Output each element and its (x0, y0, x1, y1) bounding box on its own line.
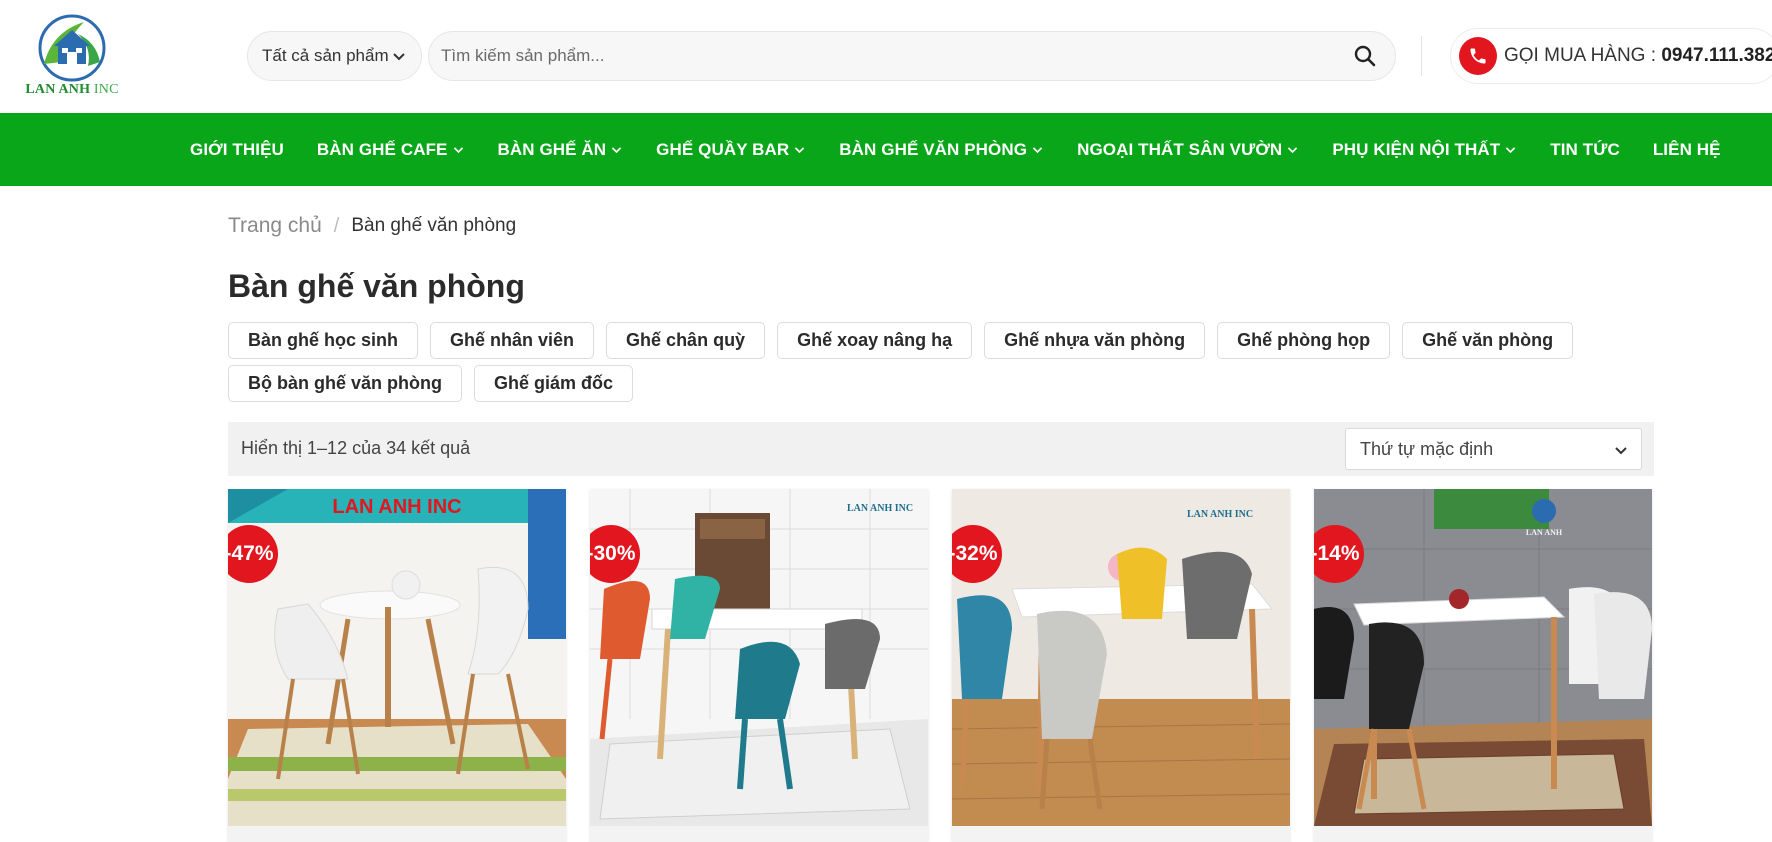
sort-select[interactable]: Thứ tự mặc định (1345, 428, 1642, 470)
search-input[interactable] (441, 32, 1321, 80)
product-card[interactable]: -32% LAN ANH INC (952, 489, 1290, 842)
product-brand-mark: LAN ANH (1526, 528, 1563, 537)
subcategory-pill[interactable]: Ghế chân quỳ (606, 322, 766, 359)
result-count: Hiển thị 1–12 của 34 kết quả (241, 438, 471, 458)
hotline-number: 0947.111.382 (1661, 45, 1772, 66)
search-icon[interactable] (1353, 44, 1377, 68)
chevron-down-icon (1506, 147, 1516, 154)
search-box (428, 31, 1396, 81)
site-header: LAN ANH INC Tất cả sản phẩm GỌI MUA HÀNG… (0, 0, 1772, 113)
nav-item[interactable]: NGOẠI THẤT SÂN VƯỜN (1077, 140, 1299, 160)
subcategory-list: Bàn ghế học sinh Ghế nhân viên Ghế chân qu… (228, 322, 1658, 408)
product-image[interactable]: LAN ANH INC (228, 489, 566, 826)
breadcrumb-separator: / (333, 214, 340, 237)
product-grid: -47% LAN ANH INC -30% LAN ANH INC -32% L… (228, 489, 1654, 842)
chevron-down-icon (393, 53, 405, 61)
chevron-down-icon (795, 147, 805, 154)
chevron-down-icon (612, 147, 622, 154)
nav-item-label: PHỤ KIỆN NỘI THẤT (1332, 139, 1501, 159)
result-toolbar: Hiển thị 1–12 của 34 kết quả Thứ tự mặc … (228, 422, 1654, 476)
phone-icon (1459, 37, 1497, 75)
nav-item[interactable]: TIN TỨC (1550, 140, 1620, 160)
category-select[interactable]: Tất cả sản phẩm (247, 31, 422, 81)
nav-item-label: NGOẠI THẤT SÂN VƯỜN (1077, 139, 1283, 159)
main-nav-list: GIỚI THIỆU BÀN GHẾ CAFE BÀN GHẾ ĂN GHẾ QUẦY… (190, 113, 1754, 186)
product-card[interactable]: -30% LAN ANH INC (590, 489, 928, 842)
nav-item-label: BÀN GHẾ ĂN (497, 139, 607, 159)
nav-item[interactable]: PHỤ KIỆN NỘI THẤT (1332, 140, 1517, 160)
nav-item[interactable]: BÀN GHẾ VĂN PHÒNG (839, 140, 1044, 160)
subcategory-pill[interactable]: Ghế xoay nâng hạ (777, 322, 973, 359)
logo-text: LAN ANH INC (25, 82, 119, 97)
subcategory-pill[interactable]: Ghế giám đốc (474, 365, 634, 402)
nav-item-label: TIN TỨC (1550, 139, 1620, 159)
subcategory-pill[interactable]: Ghế nhựa văn phòng (984, 322, 1206, 359)
chevron-down-icon (1288, 147, 1298, 154)
product-card[interactable]: -47% LAN ANH INC (228, 489, 566, 842)
nav-item[interactable]: GIỚI THIỆU (190, 140, 284, 160)
subcategory-pill[interactable]: Bộ bàn ghế văn phòng (228, 365, 462, 402)
nav-item[interactable]: GHẾ QUẦY BAR (656, 140, 806, 160)
site-logo[interactable]: LAN ANH INC (22, 12, 122, 102)
subcategory-pill[interactable]: Ghế văn phòng (1402, 322, 1574, 359)
nav-item[interactable]: BÀN GHẾ CAFE (317, 140, 465, 160)
subcategory-pill[interactable]: Bàn ghế học sinh (228, 322, 419, 359)
nav-item-label: GIỚI THIỆU (190, 139, 284, 159)
product-banner-text: LAN ANH INC (332, 496, 461, 518)
sort-select-value: Thứ tự mặc định (1360, 438, 1494, 459)
nav-item[interactable]: LIÊN HỆ (1653, 140, 1721, 160)
product-card[interactable]: -14% LAN ANH (1314, 489, 1652, 842)
breadcrumb: Trang chủ / Bàn ghế văn phòng (228, 214, 516, 238)
nav-item-label: BÀN GHẾ VĂN PHÒNG (839, 139, 1028, 159)
chevron-down-icon (1032, 147, 1043, 154)
product-image[interactable]: LAN ANH INC (590, 489, 928, 826)
hotline-button[interactable]: GỌI MUA HÀNG : 0947.111.382 (1450, 28, 1772, 84)
subcategory-pill[interactable]: Ghế nhân viên (430, 322, 595, 359)
nav-item[interactable]: BÀN GHẾ ĂN (498, 140, 624, 160)
nav-item-label: GHẾ QUẦY BAR (656, 139, 790, 159)
hotline-text: GỌI MUA HÀNG : 0947.111.382 (1504, 45, 1772, 67)
nav-item-label: BÀN GHẾ CAFE (316, 139, 448, 159)
page-title: Bàn ghế văn phòng (228, 268, 525, 304)
chevron-down-icon (1615, 447, 1627, 455)
header-divider (1421, 36, 1422, 76)
product-image[interactable]: LAN ANH (1314, 489, 1652, 826)
nav-item-label: LIÊN HỆ (1652, 139, 1721, 159)
breadcrumb-home-link[interactable]: Trang chủ (228, 214, 322, 238)
category-select-value: Tất cả sản phẩm (262, 46, 389, 65)
logo-house-icon (38, 14, 106, 82)
product-brand-mark: LAN ANH INC (1187, 509, 1253, 520)
breadcrumb-current: Bàn ghế văn phòng (351, 215, 517, 236)
chevron-down-icon (453, 147, 463, 154)
main-nav: GIỚI THIỆU BÀN GHẾ CAFE BÀN GHẾ ĂN GHẾ QUẦY… (0, 113, 1772, 186)
subcategory-pill[interactable]: Ghế phòng họp (1217, 322, 1391, 359)
product-image[interactable]: LAN ANH INC (952, 489, 1290, 826)
product-brand-mark: LAN ANH INC (847, 503, 913, 514)
